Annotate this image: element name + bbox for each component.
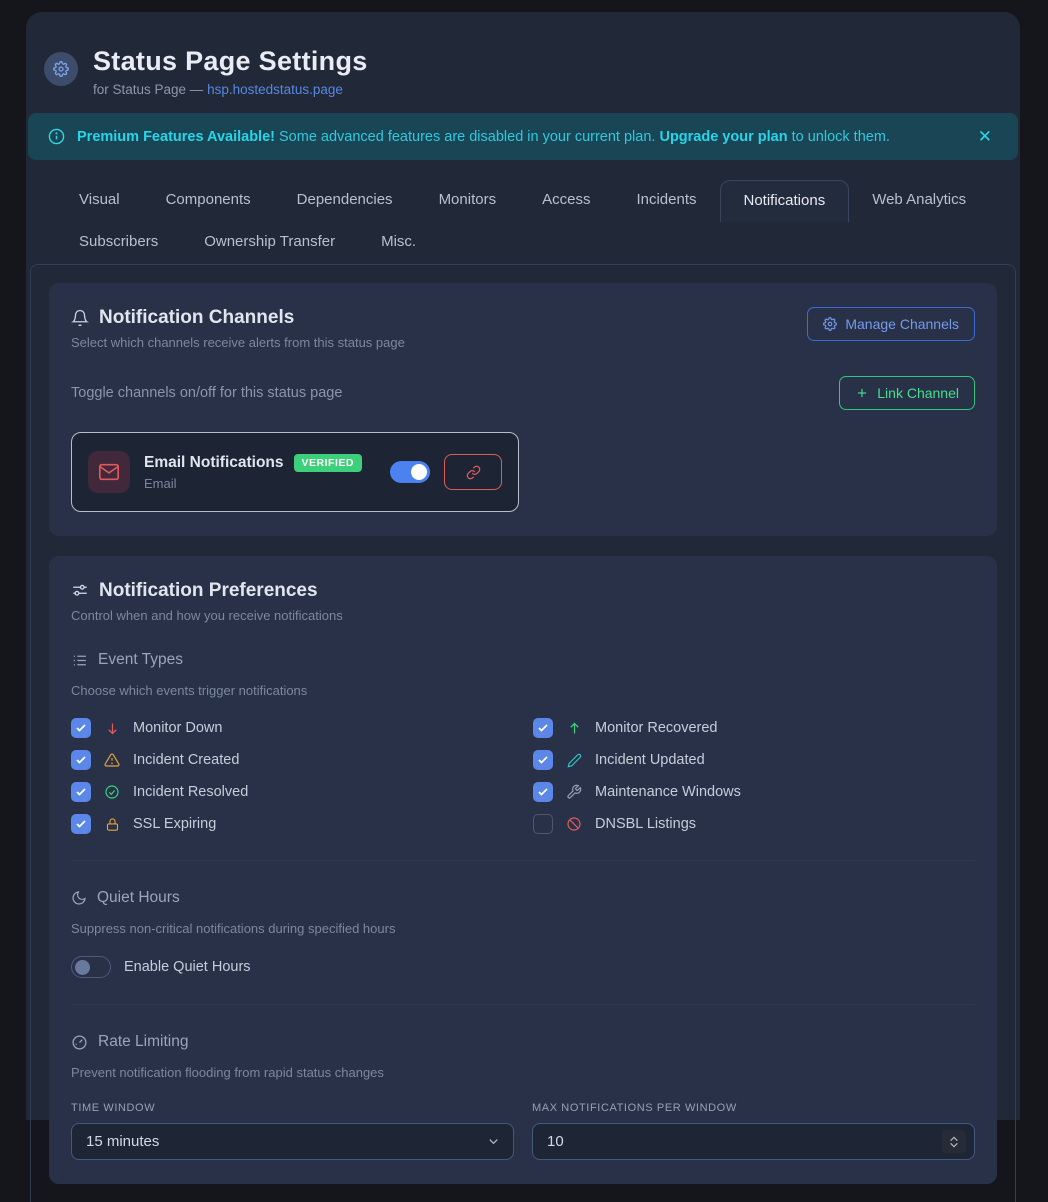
quiet-hours-heading: Quiet Hours bbox=[71, 889, 975, 907]
ban-icon bbox=[565, 816, 583, 832]
checkbox-incident-created[interactable] bbox=[71, 750, 91, 770]
page-header: Status Page Settings for Status Page — h… bbox=[26, 38, 1020, 97]
close-icon[interactable]: ✕ bbox=[972, 123, 998, 151]
toggle-hint: Toggle channels on/off for this status p… bbox=[71, 385, 342, 401]
event-ssl-expiring[interactable]: SSL Expiring bbox=[71, 814, 513, 834]
channel-toggle[interactable] bbox=[390, 461, 430, 483]
time-window-label: TIME WINDOW bbox=[71, 1102, 514, 1114]
gear-icon bbox=[53, 61, 69, 77]
tab-misc[interactable]: Misc. bbox=[358, 222, 439, 264]
checkbox-monitor-down[interactable] bbox=[71, 718, 91, 738]
quiet-hours-subtitle: Suppress non-critical notifications duri… bbox=[71, 921, 975, 936]
event-types-grid: Monitor Down Monitor Recovered Incident … bbox=[71, 718, 975, 834]
channel-type: Email bbox=[144, 476, 376, 491]
checkbox-dnsbl-listings[interactable] bbox=[533, 814, 553, 834]
channel-item-email: Email Notifications VERIFIED Email bbox=[71, 432, 519, 512]
arrow-down-icon bbox=[103, 721, 121, 736]
max-notifications-input[interactable] bbox=[532, 1123, 975, 1160]
tab-monitors[interactable]: Monitors bbox=[416, 180, 520, 222]
info-circle-icon bbox=[48, 128, 65, 145]
gear-icon bbox=[823, 317, 837, 331]
settings-window: Status Page Settings for Status Page — h… bbox=[26, 12, 1020, 1120]
tab-dependencies[interactable]: Dependencies bbox=[274, 180, 416, 222]
moon-icon bbox=[71, 890, 87, 906]
wrench-icon bbox=[565, 784, 583, 800]
event-maintenance-windows[interactable]: Maintenance Windows bbox=[533, 782, 975, 802]
preferences-title: Notification Preferences bbox=[99, 580, 318, 602]
quiet-hours-toggle-label: Enable Quiet Hours bbox=[124, 959, 251, 975]
upgrade-plan-link[interactable]: Upgrade your plan bbox=[659, 129, 787, 145]
list-icon bbox=[71, 652, 88, 669]
event-monitor-down[interactable]: Monitor Down bbox=[71, 718, 513, 738]
tab-web-analytics[interactable]: Web Analytics bbox=[849, 180, 989, 222]
banner-title: Premium Features Available! bbox=[77, 129, 275, 145]
email-envelope-icon bbox=[88, 451, 130, 493]
premium-banner: Premium Features Available! Some advance… bbox=[28, 113, 1018, 160]
chain-link-icon bbox=[466, 465, 481, 480]
gear-avatar bbox=[44, 52, 78, 86]
verified-badge: VERIFIED bbox=[294, 454, 362, 472]
bell-icon bbox=[71, 309, 89, 327]
number-stepper-icon[interactable] bbox=[942, 1130, 966, 1153]
tab-access[interactable]: Access bbox=[519, 180, 613, 222]
section-divider bbox=[71, 860, 975, 861]
warning-triangle-icon bbox=[103, 752, 121, 768]
quiet-hours-toggle[interactable] bbox=[71, 956, 111, 978]
banner-text: Premium Features Available! Some advance… bbox=[77, 129, 960, 145]
checkbox-maintenance-windows[interactable] bbox=[533, 782, 553, 802]
notification-preferences-card: Notification Preferences Control when an… bbox=[49, 556, 997, 1184]
page-title: Status Page Settings bbox=[93, 46, 368, 77]
event-types-subtitle: Choose which events trigger notification… bbox=[71, 683, 975, 698]
tab-ownership-transfer[interactable]: Ownership Transfer bbox=[181, 222, 358, 264]
manage-channels-button[interactable]: Manage Channels bbox=[807, 307, 975, 341]
checkbox-monitor-recovered[interactable] bbox=[533, 718, 553, 738]
time-window-select[interactable]: 15 minutes bbox=[71, 1123, 514, 1160]
tab-subscribers[interactable]: Subscribers bbox=[56, 222, 181, 264]
notifications-panel: Notification Channels Select which chann… bbox=[30, 264, 1016, 1202]
tab-visual[interactable]: Visual bbox=[56, 180, 143, 222]
tab-incidents[interactable]: Incidents bbox=[613, 180, 719, 222]
lock-icon bbox=[103, 817, 121, 832]
event-types-heading: Event Types bbox=[71, 651, 975, 669]
page-subtitle: for Status Page — hsp.hostedstatus.page bbox=[93, 82, 368, 97]
max-notifications-label: MAX NOTIFICATIONS PER WINDOW bbox=[532, 1102, 975, 1114]
link-channel-button[interactable]: Link Channel bbox=[839, 376, 975, 410]
check-circle-icon bbox=[103, 784, 121, 800]
preferences-subtitle: Control when and how you receive notific… bbox=[71, 608, 975, 623]
gauge-icon bbox=[71, 1034, 88, 1051]
event-dnsbl-listings[interactable]: DNSBL Listings bbox=[533, 814, 975, 834]
section-divider bbox=[71, 1004, 975, 1005]
checkbox-incident-resolved[interactable] bbox=[71, 782, 91, 802]
settings-tabs: Visual Components Dependencies Monitors … bbox=[26, 160, 1020, 264]
event-monitor-recovered[interactable]: Monitor Recovered bbox=[533, 718, 975, 738]
rate-limiting-subtitle: Prevent notification flooding from rapid… bbox=[71, 1065, 975, 1080]
event-incident-resolved[interactable]: Incident Resolved bbox=[71, 782, 513, 802]
unlink-channel-button[interactable] bbox=[444, 454, 502, 490]
pencil-icon bbox=[565, 753, 583, 768]
checkbox-ssl-expiring[interactable] bbox=[71, 814, 91, 834]
arrow-up-icon bbox=[565, 721, 583, 736]
checkbox-incident-updated[interactable] bbox=[533, 750, 553, 770]
event-incident-created[interactable]: Incident Created bbox=[71, 750, 513, 770]
channel-name: Email Notifications bbox=[144, 454, 284, 472]
tab-components[interactable]: Components bbox=[143, 180, 274, 222]
notification-channels-card: Notification Channels Select which chann… bbox=[49, 283, 997, 536]
sliders-icon bbox=[71, 582, 89, 600]
channels-subtitle: Select which channels receive alerts fro… bbox=[71, 335, 405, 350]
plus-icon bbox=[855, 386, 869, 400]
rate-limiting-heading: Rate Limiting bbox=[71, 1033, 975, 1051]
tab-notifications[interactable]: Notifications bbox=[720, 180, 850, 222]
status-page-link[interactable]: hsp.hostedstatus.page bbox=[207, 82, 343, 97]
event-incident-updated[interactable]: Incident Updated bbox=[533, 750, 975, 770]
channels-title: Notification Channels bbox=[99, 307, 294, 329]
